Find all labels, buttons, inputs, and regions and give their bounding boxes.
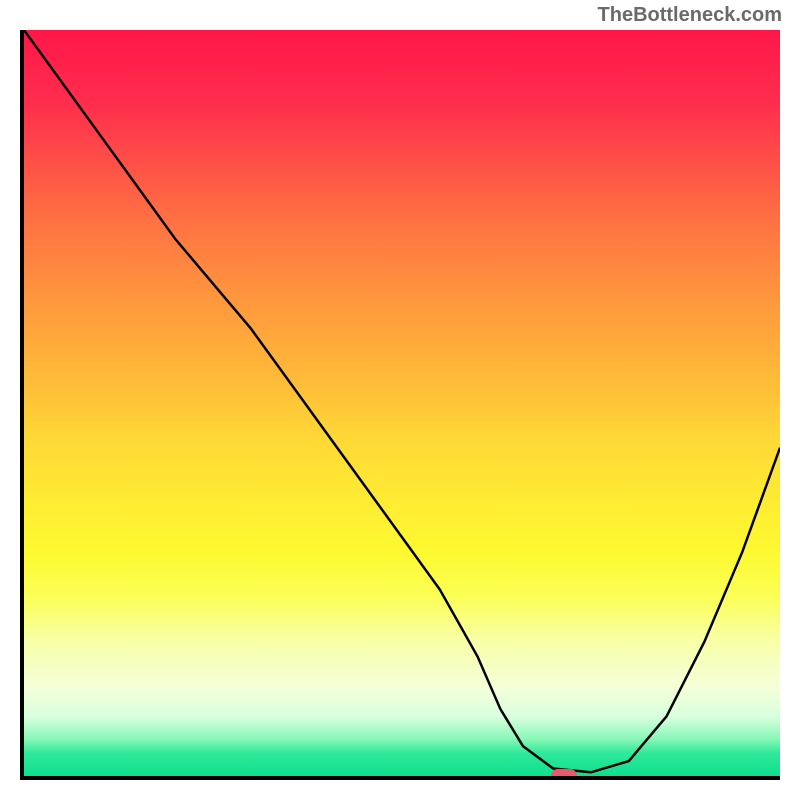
curve-svg [24,30,780,776]
optimal-marker [551,769,577,780]
chart-container: TheBottleneck.com [0,0,800,800]
plot-area [20,30,780,780]
watermark-text: TheBottleneck.com [598,4,782,27]
bottleneck-curve [24,30,780,772]
